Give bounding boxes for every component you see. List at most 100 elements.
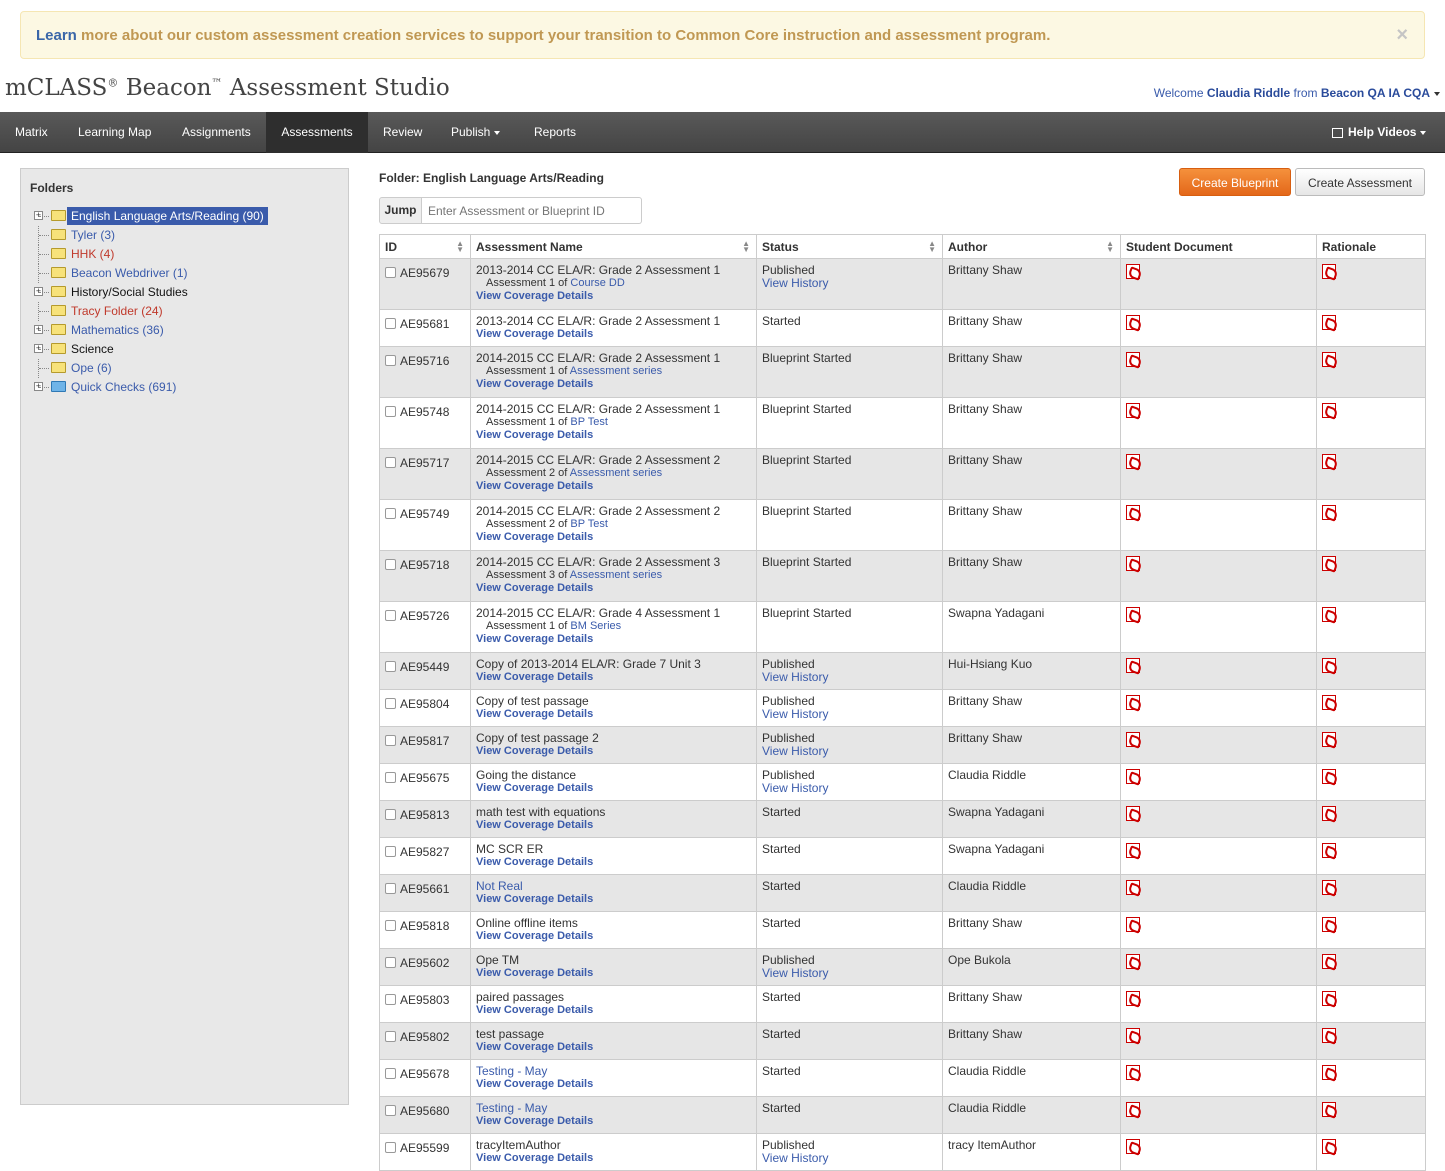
nav-assessments[interactable]: Assessments (266, 112, 368, 153)
table-row[interactable]: AE95818 Online offline items View Coverage… (379, 911, 1426, 949)
view-coverage-link[interactable]: View Coverage Details (476, 1078, 751, 1091)
pdf-icon[interactable] (1126, 917, 1140, 932)
folder-label[interactable]: Quick Checks (691) (71, 380, 176, 394)
col-status[interactable]: Status ▲ ▼ (756, 234, 943, 259)
row-checkbox[interactable] (385, 698, 396, 710)
table-row[interactable]: AE95717 2014-2015 CC ELA/R: Grade 2 Asses… (379, 448, 1426, 500)
view-coverage-link[interactable]: View Coverage Details (476, 1004, 751, 1017)
view-coverage-link[interactable]: View Coverage Details (476, 671, 751, 684)
table-row[interactable]: AE95678 Testing - May View Coverage Detail… (379, 1059, 1426, 1097)
folder-item[interactable]: Beacon Webdriver (1) (34, 264, 334, 283)
series-link[interactable]: Assessment series (570, 467, 662, 479)
pdf-icon[interactable] (1322, 1102, 1336, 1117)
table-row[interactable]: AE95661 Not Real View Coverage Details Star… (379, 874, 1426, 912)
series-link[interactable]: Course DD (570, 277, 624, 289)
folder-item[interactable]: + English Language Arts/Reading (90) (34, 207, 334, 226)
table-row[interactable]: AE95804 Copy of test passage View Coverage… (379, 689, 1426, 727)
pdf-icon[interactable] (1126, 1028, 1140, 1043)
folder-label[interactable]: HHK (4) (71, 247, 114, 261)
folder-item[interactable]: Tracy Folder (24) (34, 302, 334, 321)
create-blueprint-button[interactable]: Create Blueprint (1179, 168, 1291, 196)
view-history-link[interactable]: View History (762, 744, 828, 758)
folder-label[interactable]: History/Social Studies (71, 285, 188, 299)
jump-input[interactable] (422, 197, 642, 224)
view-coverage-link[interactable]: View Coverage Details (476, 531, 751, 544)
pdf-icon[interactable] (1322, 1065, 1336, 1080)
folder-label[interactable]: Tracy Folder (24) (71, 304, 163, 318)
view-coverage-link[interactable]: View Coverage Details (476, 819, 751, 832)
view-coverage-link[interactable]: View Coverage Details (476, 1115, 751, 1128)
table-row[interactable]: AE95802 test passage View Coverage Details… (379, 1022, 1426, 1060)
row-checkbox[interactable] (385, 457, 396, 469)
folder-item[interactable]: Tyler (3) (34, 226, 334, 245)
view-history-link[interactable]: View History (762, 966, 828, 980)
pdf-icon[interactable] (1126, 658, 1140, 673)
pdf-icon[interactable] (1126, 880, 1140, 895)
table-row[interactable]: AE95827 MC SCR ER View Coverage Details Sta… (379, 837, 1426, 875)
pdf-icon[interactable] (1126, 454, 1140, 469)
folder-label[interactable]: Tyler (3) (71, 228, 115, 242)
pdf-icon[interactable] (1322, 991, 1336, 1006)
row-checkbox[interactable] (385, 846, 396, 858)
view-coverage-link[interactable]: View Coverage Details (476, 856, 751, 869)
pdf-icon[interactable] (1322, 264, 1336, 279)
nav-review[interactable]: Review (383, 112, 422, 153)
close-icon[interactable]: × (1396, 24, 1408, 47)
pdf-icon[interactable] (1126, 1102, 1140, 1117)
row-checkbox[interactable] (385, 1031, 396, 1043)
row-checkbox[interactable] (385, 1068, 396, 1080)
pdf-icon[interactable] (1126, 843, 1140, 858)
row-checkbox[interactable] (385, 772, 396, 784)
pdf-icon[interactable] (1322, 607, 1336, 622)
row-checkbox[interactable] (385, 920, 396, 932)
row-checkbox[interactable] (385, 610, 396, 622)
col-assessment-name[interactable]: Assessment Name ▲ ▼ (470, 234, 757, 259)
pdf-icon[interactable] (1126, 403, 1140, 418)
table-row[interactable]: AE95748 2014-2015 CC ELA/R: Grade 2 Asses… (379, 397, 1426, 449)
row-checkbox[interactable] (385, 406, 396, 418)
row-checkbox[interactable] (385, 735, 396, 747)
assessment-name-link[interactable]: Testing - May (476, 1064, 547, 1078)
nav-help-videos[interactable]: Help Videos (1332, 112, 1427, 153)
assessment-name-link[interactable]: Testing - May (476, 1101, 547, 1115)
table-row[interactable]: AE95803 paired passages View Coverage Deta… (379, 985, 1426, 1023)
pdf-icon[interactable] (1322, 352, 1336, 367)
view-coverage-link[interactable]: View Coverage Details (476, 480, 751, 493)
series-link[interactable]: Assessment series (570, 569, 662, 581)
nav-reports[interactable]: Reports (534, 112, 576, 153)
view-coverage-link[interactable]: View Coverage Details (476, 1152, 751, 1165)
view-coverage-link[interactable]: View Coverage Details (476, 328, 751, 341)
folder-item[interactable]: Ope (6) (34, 359, 334, 378)
folder-item[interactable]: + Science (34, 340, 334, 359)
view-history-link[interactable]: View History (762, 276, 828, 290)
row-checkbox[interactable] (385, 559, 396, 571)
folder-item[interactable]: + Quick Checks (691) (34, 378, 334, 397)
table-row[interactable]: AE95817 Copy of test passage 2 View Covera… (379, 726, 1426, 764)
view-coverage-link[interactable]: View Coverage Details (476, 378, 751, 391)
row-checkbox[interactable] (385, 809, 396, 821)
pdf-icon[interactable] (1126, 732, 1140, 747)
pdf-icon[interactable] (1126, 505, 1140, 520)
learn-link[interactable]: Learn (36, 27, 77, 44)
create-assessment-button[interactable]: Create Assessment (1295, 168, 1425, 196)
table-row[interactable]: AE95599 tracyItemAuthor View Coverage Deta… (379, 1133, 1426, 1171)
series-link[interactable]: BP Test (570, 518, 608, 530)
pdf-icon[interactable] (1322, 1028, 1336, 1043)
col-id[interactable]: ID ▲ ▼ (379, 234, 471, 259)
table-row[interactable]: AE95718 2014-2015 CC ELA/R: Grade 2 Asses… (379, 550, 1426, 602)
view-history-link[interactable]: View History (762, 707, 828, 721)
pdf-icon[interactable] (1322, 658, 1336, 673)
view-coverage-link[interactable]: View Coverage Details (476, 1041, 751, 1054)
folder-item[interactable]: HHK (4) (34, 245, 334, 264)
row-checkbox[interactable] (385, 508, 396, 520)
view-history-link[interactable]: View History (762, 1151, 828, 1165)
pdf-icon[interactable] (1126, 556, 1140, 571)
pdf-icon[interactable] (1126, 1065, 1140, 1080)
view-coverage-link[interactable]: View Coverage Details (476, 967, 751, 980)
row-checkbox[interactable] (385, 994, 396, 1006)
series-link[interactable]: Assessment series (570, 365, 662, 377)
row-checkbox[interactable] (385, 957, 396, 969)
view-coverage-link[interactable]: View Coverage Details (476, 782, 751, 795)
pdf-icon[interactable] (1126, 954, 1140, 969)
table-row[interactable]: AE95813 math test with equations View Cove… (379, 800, 1426, 838)
